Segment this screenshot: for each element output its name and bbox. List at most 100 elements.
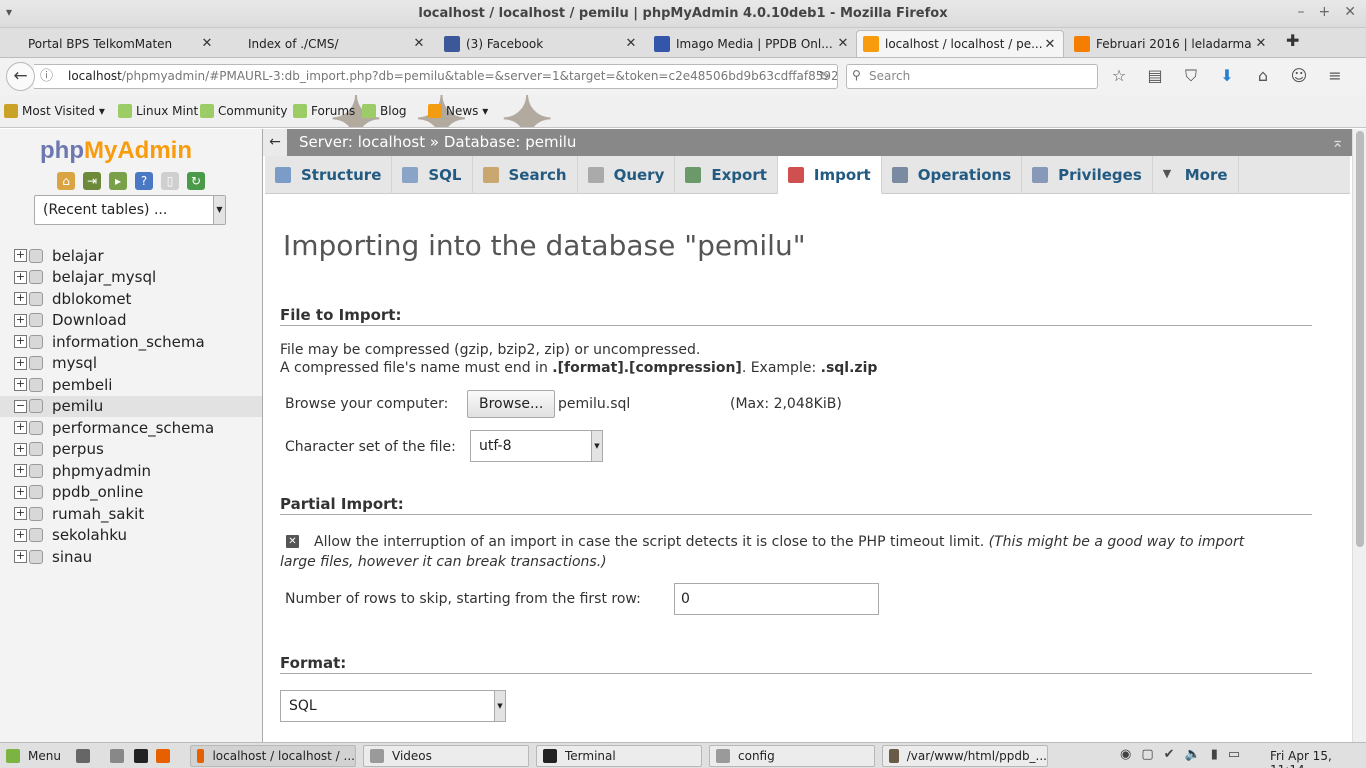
hide-topmenu-icon[interactable]: ⌅ [1331,129,1344,156]
tab-import[interactable]: Import [777,156,882,194]
maximize-icon[interactable]: + [1319,4,1331,20]
update-check-icon[interactable]: ✔ [1164,747,1175,762]
tab-search[interactable]: Search [473,156,578,194]
hamburger-menu-icon[interactable]: ≡ [1324,66,1346,86]
database-name[interactable]: mysql [52,354,97,372]
collapse-navigation-icon[interactable]: ← [263,129,287,156]
close-window-icon[interactable]: ✕ [1344,4,1356,20]
tab-close-icon[interactable]: ✕ [624,36,638,51]
battery-icon[interactable]: ▭ [1228,747,1240,762]
browser-tab[interactable]: (3) Facebook ✕ [438,30,644,57]
browse-button[interactable]: Browse... [467,390,556,418]
expand-icon[interactable]: + [14,528,27,542]
browser-tab[interactable]: Imago Media | PPDB Onl... ✕ [648,30,856,57]
database-name[interactable]: sekolahku [52,526,127,544]
expand-icon[interactable]: + [14,249,27,263]
skip-rows-input[interactable]: 0 [674,583,879,615]
breadcrumb-server[interactable]: Server: localhost [299,133,425,151]
phpmyadmin-logo[interactable]: phpMyAdmin [40,137,192,165]
home-icon[interactable]: ⌂ [57,172,75,190]
search-bar[interactable]: ⚲ Search [846,64,1098,89]
database-name[interactable]: Download [52,311,127,329]
taskbar-window-videos[interactable]: Videos [363,745,529,767]
database-item[interactable]: + pembeli [0,374,262,396]
database-name[interactable]: rumah_sakit [52,505,144,523]
allow-interrupt-checkbox[interactable]: ✕ [286,535,299,548]
pocket-icon[interactable]: ⛉ [1180,66,1202,86]
browser-tab[interactable]: Index of ./CMS/ ✕ [220,30,432,57]
expand-icon[interactable]: + [14,421,27,435]
tab-close-icon[interactable]: ✕ [200,36,214,51]
volume-icon[interactable]: 🔈 [1185,747,1201,762]
expand-icon[interactable]: + [14,356,27,370]
tab-operations[interactable]: Operations [882,156,1023,194]
database-item[interactable]: + information_schema [0,331,262,353]
database-name[interactable]: ppdb_online [52,483,143,501]
database-item[interactable]: − pemilu [0,395,262,417]
bookmark-community[interactable]: Community [200,104,287,118]
launcher-files[interactable] [110,745,132,767]
show-desktop-button[interactable] [76,745,98,767]
expand-icon[interactable]: + [14,485,27,499]
database-name[interactable]: belajar [52,247,104,265]
browser-tab[interactable]: Portal BPS TelkomMaten ✕ [0,30,220,57]
back-button[interactable]: ← [6,62,35,91]
scrollbar-thumb[interactable] [1356,131,1364,547]
browser-tab[interactable]: Februari 2016 | leladarma ✕ [1068,30,1274,57]
tab-close-icon[interactable]: ✕ [412,36,426,51]
expand-icon[interactable]: + [14,270,27,284]
site-info-icon[interactable]: ⓘ [40,65,53,88]
launcher-firefox[interactable] [156,745,178,767]
recent-tables-select[interactable]: (Recent tables) ... ▼ [34,195,226,225]
database-name[interactable]: belajar_mysql [52,268,156,286]
database-item[interactable]: + sekolahku [0,525,262,547]
charset-select[interactable]: utf-8 ▼ [470,430,603,462]
database-item[interactable]: + Download [0,310,262,332]
network-signal-icon[interactable]: ▮ [1211,747,1218,762]
home-icon[interactable]: ⌂ [1252,66,1274,86]
database-name[interactable]: information_schema [52,333,205,351]
expand-icon[interactable]: + [14,550,27,564]
tab-privileges[interactable]: Privileges [1022,156,1153,194]
expand-icon[interactable]: + [14,442,27,456]
database-item[interactable]: + perpus [0,439,262,461]
database-item[interactable]: + phpmyadmin [0,460,262,482]
database-item[interactable]: + mysql [0,353,262,375]
clock[interactable]: Fri Apr 15, 11:14 [1270,749,1366,768]
expand-icon[interactable]: + [14,313,27,327]
tab-query[interactable]: Query [578,156,676,194]
expand-icon[interactable]: + [14,464,27,478]
database-item[interactable]: + sinau [0,546,262,568]
chrome-tray-icon[interactable]: ◉ [1120,747,1131,762]
page-scrollbar[interactable] [1352,129,1366,742]
tab-sql[interactable]: SQL [392,156,473,194]
database-item[interactable]: + rumah_sakit [0,503,262,525]
emoji-addon-icon[interactable]: ☺ [1288,66,1310,86]
bookmark-forums[interactable]: Forums [293,104,355,118]
database-name[interactable]: sinau [52,548,92,566]
database-name[interactable]: pemilu [52,397,103,415]
database-item[interactable]: + ppdb_online [0,482,262,504]
taskbar-window-config[interactable]: config [709,745,875,767]
query-window-icon[interactable]: ▸ [109,172,127,190]
expand-icon[interactable]: + [14,378,27,392]
breadcrumb-database[interactable]: Database: pemilu [444,133,577,151]
taskbar-window-editor[interactable]: /var/www/html/ppdb_... [882,745,1048,767]
expand-icon[interactable]: + [14,507,27,521]
collapse-icon[interactable]: − [14,399,27,413]
taskbar-window-terminal[interactable]: Terminal [536,745,702,767]
reading-list-icon[interactable]: ▤ [1144,66,1166,86]
url-bar[interactable]: ⓘ localhost/phpmyadmin/#PMAURL-3:db_impo… [34,64,838,89]
bookmark-news[interactable]: News ▾ [428,104,488,118]
expand-icon[interactable]: + [14,292,27,306]
browser-tab-active[interactable]: localhost / localhost / pe... ✕ [856,30,1064,57]
tab-close-icon[interactable]: ✕ [836,36,850,51]
launcher-terminal[interactable] [134,745,156,767]
new-tab-icon[interactable]: ✚ [1286,31,1299,50]
database-item[interactable]: + belajar [0,245,262,267]
download-icon[interactable]: ⬇ [1216,66,1238,86]
database-item[interactable]: + belajar_mysql [0,267,262,289]
bookmark-star-icon[interactable]: ☆ [1108,66,1130,86]
database-name[interactable]: perpus [52,440,104,458]
expand-icon[interactable]: + [14,335,27,349]
